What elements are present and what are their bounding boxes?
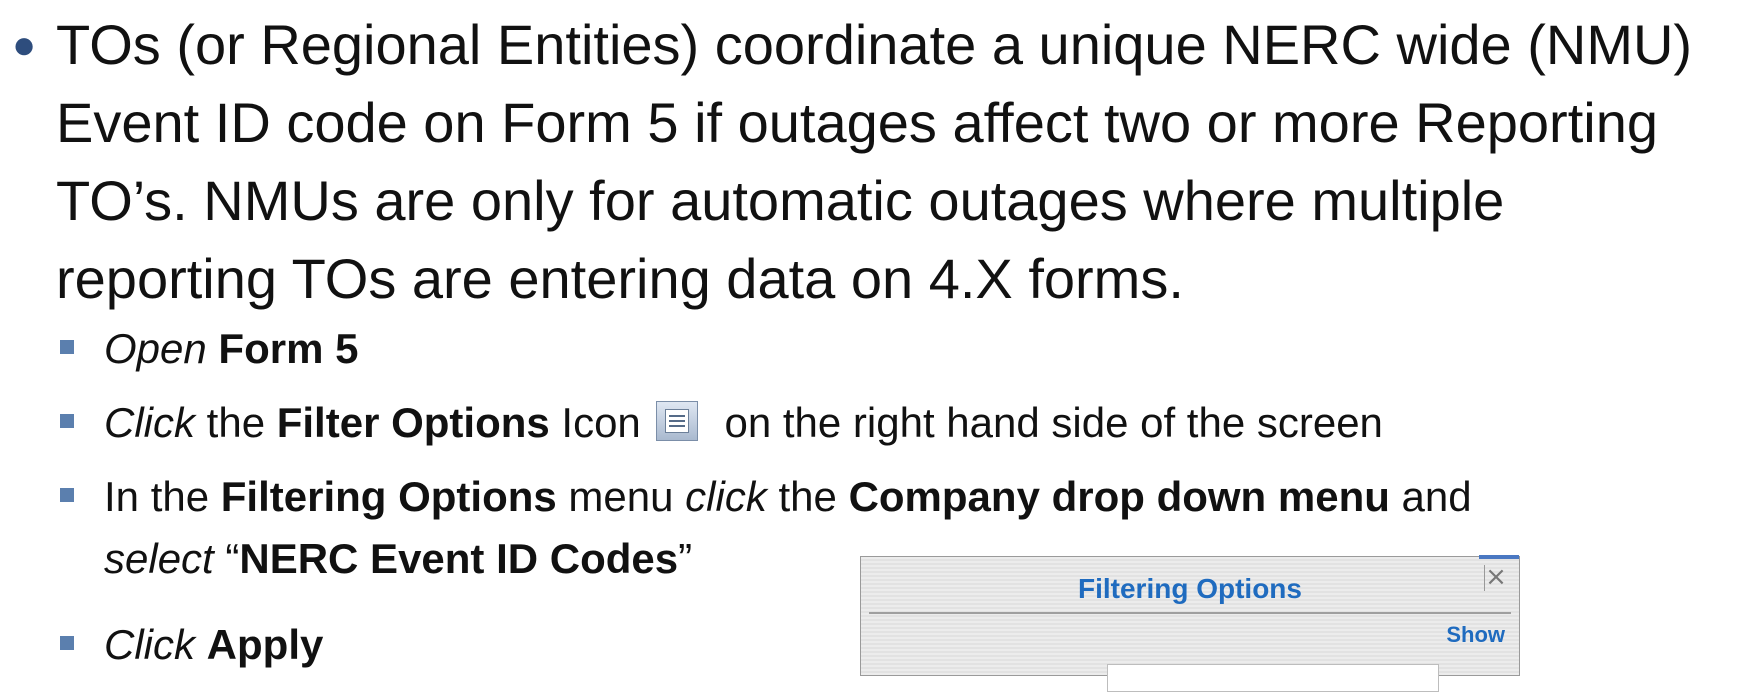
main-bullet-line: Event ID code on Form 5 if outages affec… — [56, 91, 1658, 154]
main-bullet-line: TO’s. NMUs are only for automatic outage… — [56, 169, 1505, 232]
step-text: ” — [678, 535, 693, 582]
step-text: on the right hand side of the screen — [724, 399, 1383, 446]
step-verb: select — [104, 535, 214, 582]
step-value: NERC Event ID Codes — [239, 535, 679, 582]
step-open-form: Open Form 5 — [60, 318, 1720, 380]
filter-options-icon[interactable] — [656, 401, 699, 441]
show-link[interactable]: Show — [1446, 622, 1505, 648]
square-bullet-icon — [60, 414, 74, 428]
square-bullet-icon — [60, 636, 74, 650]
step-text: the — [766, 473, 849, 520]
step-line: In the Filtering Options menu click the … — [104, 466, 1720, 528]
step-menu: Filtering Options — [220, 473, 557, 520]
step-text: Icon — [549, 399, 641, 446]
filtering-options-panel: Filtering Options × Show — [860, 555, 1520, 692]
main-bullet-text: TOs (or Regional Entities) coordinate a … — [56, 6, 1732, 318]
close-icon[interactable]: × — [1484, 564, 1507, 591]
step-click-filter: Click the Filter Options Icon on the rig… — [60, 392, 1720, 454]
step-target: Company drop down menu — [848, 473, 1390, 520]
square-bullet-icon — [60, 340, 74, 354]
panel-accent — [1479, 555, 1519, 559]
square-bullet-icon — [60, 488, 74, 502]
step-verb: click — [685, 473, 767, 520]
step-target: Form 5 — [218, 325, 359, 372]
main-bullet-line: TOs (or Regional Entities) coordinate a … — [56, 13, 1693, 76]
step-verb: Click — [104, 399, 195, 446]
step-text: and — [1389, 473, 1472, 520]
step-verb: Click — [104, 621, 195, 668]
step-text: menu — [556, 473, 686, 520]
company-dropdown[interactable] — [1107, 664, 1439, 692]
step-target: Filter Options — [276, 399, 550, 446]
bullet-dot-icon: ● — [12, 23, 37, 67]
step-text: In the — [104, 473, 221, 520]
step-text: the — [195, 399, 277, 446]
panel-title: Filtering Options — [1078, 573, 1302, 604]
step-text: “ — [213, 535, 240, 582]
panel-divider — [869, 612, 1511, 614]
main-bullet-line: reporting TOs are entering data on 4.X f… — [56, 247, 1184, 310]
step-target: Apply — [206, 621, 324, 668]
main-bullet: ● TOs (or Regional Entities) coordinate … — [12, 6, 1732, 318]
step-verb: Open — [104, 325, 207, 372]
